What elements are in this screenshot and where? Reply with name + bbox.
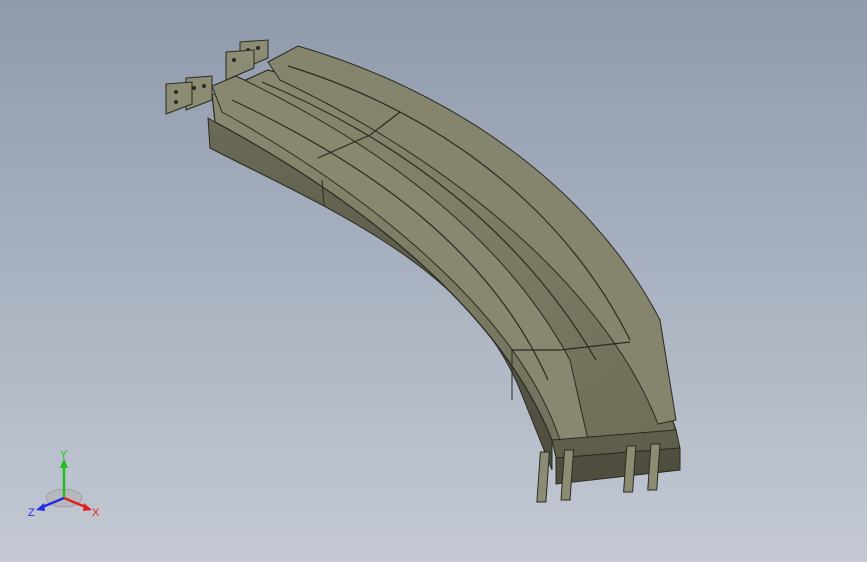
connector-plate-1 <box>536 451 550 503</box>
triad-z-label: Z <box>28 507 35 519</box>
triad-x-arrow-icon <box>83 503 92 511</box>
connector-tab-group-lower <box>165 75 213 115</box>
triad-y-label: Y <box>60 449 68 461</box>
busbar-model-3d[interactable] <box>0 0 867 562</box>
triad-x-label: X <box>92 507 100 519</box>
triad-z-arrow-icon <box>36 503 45 511</box>
view-orientation-triad[interactable]: Y X Z <box>26 448 106 528</box>
graphics-viewport[interactable]: Y X Z <box>0 0 867 562</box>
